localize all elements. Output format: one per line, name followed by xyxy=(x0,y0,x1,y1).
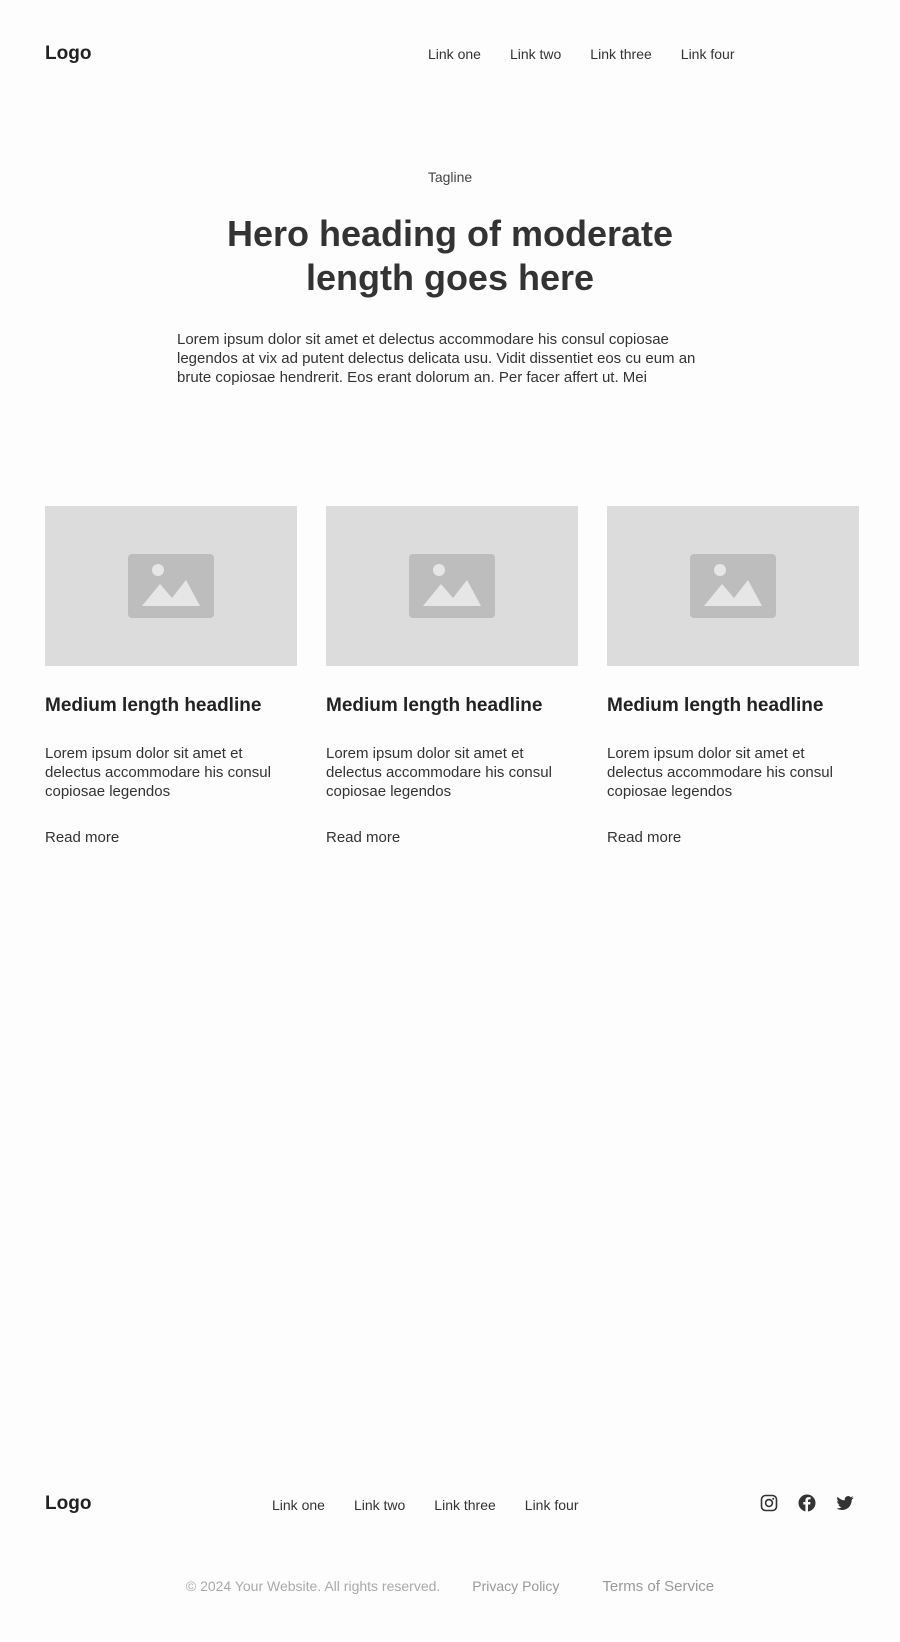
feature-card: Medium length headline Lorem ipsum dolor… xyxy=(45,506,297,846)
hero-heading: Hero heading of moderate length goes her… xyxy=(226,213,674,298)
footer-link-two[interactable]: Link two xyxy=(354,1497,405,1513)
card-body: Lorem ipsum dolor sit amet et delectus a… xyxy=(607,745,833,800)
card-image-placeholder xyxy=(45,506,297,666)
social-links xyxy=(759,1493,855,1513)
image-placeholder-icon xyxy=(128,554,214,618)
footer-legal: © 2024 Your Website. All rights reserved… xyxy=(0,1578,900,1595)
instagram-icon[interactable] xyxy=(759,1493,779,1513)
feature-card: Medium length headline Lorem ipsum dolor… xyxy=(326,506,578,846)
twitter-icon[interactable] xyxy=(835,1493,855,1513)
card-title: Medium length headline xyxy=(326,695,543,716)
facebook-icon[interactable] xyxy=(797,1493,817,1513)
nav-link-three[interactable]: Link three xyxy=(590,46,651,62)
image-placeholder-icon xyxy=(409,554,495,618)
read-more-link[interactable]: Read more xyxy=(45,829,297,846)
footer-link-one[interactable]: Link one xyxy=(272,1497,325,1513)
feature-card: Medium length headline Lorem ipsum dolor… xyxy=(607,506,859,846)
footer-nav: Link one Link two Link three Link four xyxy=(272,1497,607,1513)
privacy-policy-link[interactable]: Privacy Policy xyxy=(472,1578,559,1595)
footer-link-four[interactable]: Link four xyxy=(525,1497,579,1513)
card-body: Lorem ipsum dolor sit amet et delectus a… xyxy=(45,745,271,800)
nav-link-two[interactable]: Link two xyxy=(510,46,561,62)
nav-link-four[interactable]: Link four xyxy=(681,46,735,62)
footer-link-three[interactable]: Link three xyxy=(434,1497,495,1513)
hero-tagline: Tagline xyxy=(427,169,473,185)
footer-logo[interactable]: Logo xyxy=(45,1493,91,1515)
hero-body: Lorem ipsum dolor sit amet et delectus a… xyxy=(177,331,696,386)
terms-of-service-link[interactable]: Terms of Service xyxy=(602,1578,714,1595)
nav-link-one[interactable]: Link one xyxy=(428,46,481,62)
site-header: Logo Link one Link two Link three Link f… xyxy=(0,0,900,108)
card-title: Medium length headline xyxy=(45,695,262,716)
image-placeholder-icon xyxy=(690,554,776,618)
card-image-placeholder xyxy=(607,506,859,666)
header-logo[interactable]: Logo xyxy=(45,43,91,65)
site-footer: Logo Link one Link two Link three Link f… xyxy=(0,1490,900,1520)
card-title: Medium length headline xyxy=(607,695,824,716)
card-body: Lorem ipsum dolor sit amet et delectus a… xyxy=(326,745,552,800)
card-image-placeholder xyxy=(326,506,578,666)
read-more-link[interactable]: Read more xyxy=(607,829,859,846)
header-nav: Link one Link two Link three Link four xyxy=(428,46,763,62)
copyright-text: © 2024 Your Website. All rights reserved… xyxy=(185,1578,441,1594)
read-more-link[interactable]: Read more xyxy=(326,829,578,846)
